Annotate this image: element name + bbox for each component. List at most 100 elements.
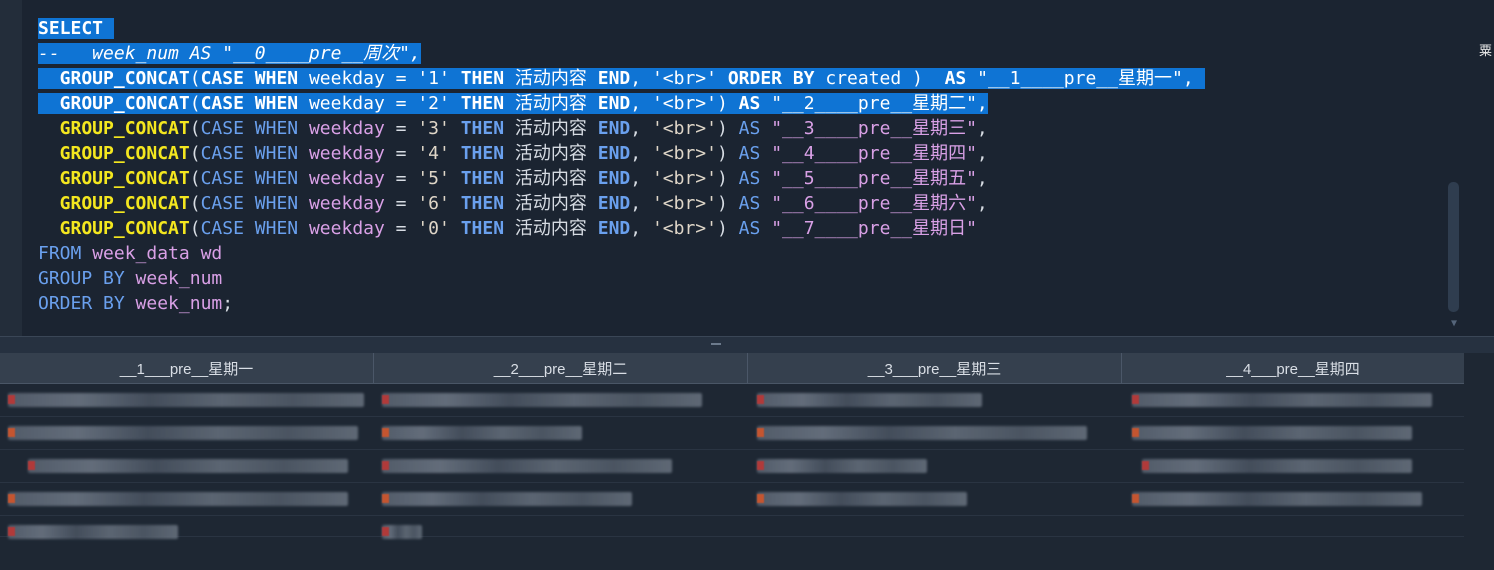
code-line[interactable]: SELECT: [0, 16, 1442, 41]
editor-vertical-scrollbar[interactable]: ▼: [1446, 0, 1462, 336]
code-token: SELECT: [38, 18, 104, 39]
column-header-wednesday[interactable]: __3___pre__星期三: [748, 353, 1122, 383]
editor-scroll-thumb[interactable]: [1448, 182, 1459, 312]
code-token: AS: [738, 118, 761, 139]
code-token: CASE: [200, 143, 244, 164]
redacted-cell-content[interactable]: [1132, 492, 1422, 506]
code-area[interactable]: SELECT -- week_num AS "__0____pre__周次", …: [0, 16, 1442, 316]
code-token: ,: [976, 193, 988, 214]
table-row[interactable]: [0, 483, 1464, 516]
redacted-cell-content[interactable]: [757, 426, 1087, 440]
code-token: WHEN: [254, 68, 299, 89]
code-line[interactable]: -- week_num AS "__0____pre__周次",: [38, 41, 1205, 66]
redacted-cell-content[interactable]: [382, 459, 672, 473]
redacted-marker: [382, 428, 389, 437]
code-line[interactable]: GROUP_CONCAT(CASE WHEN weekday = '4' THE…: [38, 141, 1205, 166]
redacted-cell-content[interactable]: [757, 492, 967, 506]
result-rows: [0, 384, 1464, 539]
table-row[interactable]: [0, 450, 1464, 483]
redacted-cell-content[interactable]: [382, 492, 632, 506]
selected-text: GROUP_CONCAT(CASE WHEN weekday = '2' THE…: [38, 93, 988, 114]
code-line[interactable]: GROUP_CONCAT(CASE WHEN weekday = '3' THE…: [38, 116, 1205, 141]
code-token: AS: [738, 193, 761, 214]
line-text: GROUP_CONCAT(CASE WHEN weekday = '3' THE…: [38, 118, 988, 139]
redacted-marker: [757, 494, 764, 503]
selected-text: -- week_num AS "__0____pre__周次",: [38, 43, 421, 64]
result-grid[interactable]: __1___pre__星期一 __2___pre__星期二 __3___pre_…: [0, 353, 1464, 570]
code-token: 活动内容: [504, 68, 598, 89]
redacted-marker: [382, 395, 389, 404]
line-text: GROUP BY week_num: [38, 268, 222, 289]
redacted-cell-content[interactable]: [1132, 393, 1432, 407]
code-token: "__1____pre__星期一",: [966, 68, 1205, 89]
redacted-cell-content[interactable]: [8, 492, 348, 506]
code-token: =: [384, 193, 418, 214]
redacted-cell-content[interactable]: [28, 459, 348, 473]
code-token: (: [189, 168, 201, 189]
column-header-monday[interactable]: __1___pre__星期一: [0, 353, 374, 383]
code-line[interactable]: FROM week_data wd: [38, 241, 1205, 266]
code-token: WHEN: [254, 118, 299, 139]
redacted-cell-content[interactable]: [1142, 459, 1412, 473]
redacted-cell-content[interactable]: [382, 426, 582, 440]
code-token: ): [716, 168, 739, 189]
redacted-marker: [757, 428, 764, 437]
code-token: -- week_num AS "__0____pre__周次",: [38, 43, 421, 64]
code-token: WHEN: [254, 168, 299, 189]
code-line[interactable]: ORDER BY week_num;: [38, 291, 1205, 316]
redacted-cell-content[interactable]: [757, 393, 982, 407]
line-text: GROUP_CONCAT(CASE WHEN weekday = '4' THE…: [38, 143, 988, 164]
code-token: week_data wd: [92, 243, 223, 264]
code-token: "__6____pre__星期六": [771, 193, 977, 214]
redacted-cell-content[interactable]: [1132, 426, 1412, 440]
code-token: THEN: [460, 218, 505, 239]
editor-results-splitter[interactable]: [0, 336, 1494, 353]
code-token: ,: [630, 193, 652, 214]
redacted-cell-content[interactable]: [8, 393, 364, 407]
table-row[interactable]: [0, 417, 1464, 450]
code-token: 活动内容: [504, 118, 598, 139]
code-token: END: [597, 68, 631, 89]
code-token: ,: [630, 118, 652, 139]
splitter-grip-icon[interactable]: [711, 343, 721, 345]
code-token: ,: [630, 68, 652, 89]
code-token: weekday =: [298, 93, 418, 114]
column-header-tuesday[interactable]: __2___pre__星期二: [374, 353, 748, 383]
scroll-down-arrow-icon[interactable]: ▼: [1448, 318, 1460, 330]
code-line[interactable]: GROUP_CONCAT(CASE WHEN weekday = '1' THE…: [38, 66, 1205, 91]
code-token: ,: [630, 218, 652, 239]
redacted-cell-content[interactable]: [8, 525, 178, 539]
code-line[interactable]: GROUP_CONCAT(CASE WHEN weekday = '0' THE…: [38, 216, 1205, 241]
code-line[interactable]: GROUP_CONCAT(CASE WHEN weekday = '2' THE…: [38, 91, 1205, 116]
column-header-thursday[interactable]: __4___pre__星期四: [1122, 353, 1464, 383]
code-token: created ): [814, 68, 945, 89]
code-token: THEN: [460, 118, 505, 139]
redacted-cell-content[interactable]: [8, 426, 358, 440]
table-row[interactable]: [0, 516, 1464, 539]
redacted-cell-content[interactable]: [757, 459, 927, 473]
code-token: "__2____pre__星期二",: [760, 93, 988, 114]
code-token: "__7____pre__星期日": [771, 218, 977, 239]
code-line[interactable]: GROUP_CONCAT(CASE WHEN weekday = '6' THE…: [38, 191, 1205, 216]
table-row[interactable]: [0, 384, 1464, 417]
code-token: weekday =: [298, 68, 418, 89]
code-token: ORDER BY: [727, 68, 815, 89]
editor-gutter: [0, 0, 22, 336]
code-token: AS: [738, 143, 761, 164]
code-line[interactable]: GROUP_CONCAT(CASE WHEN weekday = '5' THE…: [38, 166, 1205, 191]
redacted-cell-content[interactable]: [382, 393, 702, 407]
redacted-marker: [1132, 494, 1139, 503]
code-token: ): [716, 93, 739, 114]
sql-editor[interactable]: SELECT -- week_num AS "__0____pre__周次", …: [0, 0, 1494, 336]
code-line[interactable]: GROUP BY week_num: [38, 266, 1205, 291]
